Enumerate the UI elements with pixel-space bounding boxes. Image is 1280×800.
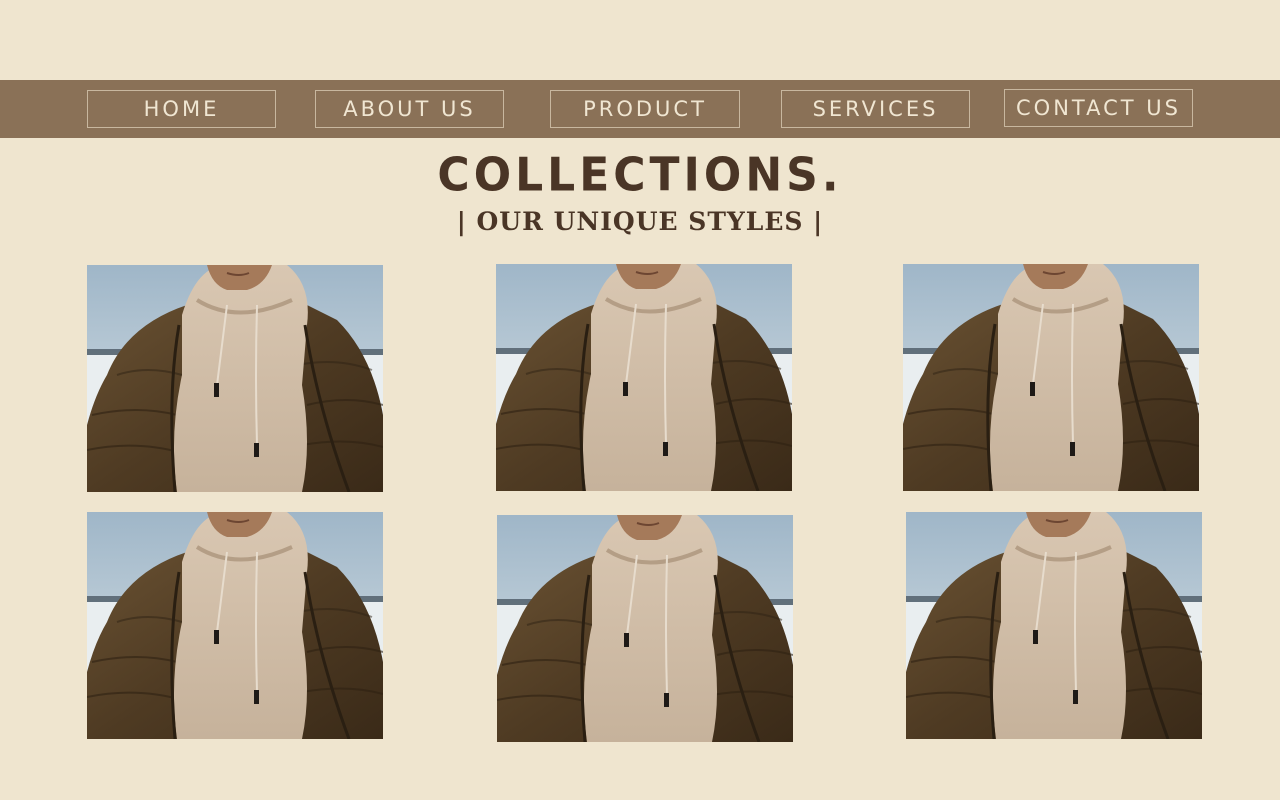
hoodie-jacket-image [87,265,383,492]
collection-photo-2[interactable] [496,264,792,491]
hoodie-jacket-image [906,512,1202,739]
nav-services-button[interactable]: SERVICES [781,90,970,128]
page-title: COLLECTIONS. [437,148,843,203]
nav-product-button[interactable]: PRODUCT [550,90,740,128]
hoodie-jacket-image [497,515,793,742]
collection-photo-6[interactable] [906,512,1202,739]
page-subtitle: | OUR UNIQUE STYLES | [456,207,824,236]
nav-contact-us-button[interactable]: CONTACT US [1004,89,1193,127]
collection-photo-3[interactable] [903,264,1199,491]
collection-photo-1[interactable] [87,265,383,492]
page: HOME ABOUT US PRODUCT SERVICES CONTACT U… [0,0,1280,800]
collection-photo-4[interactable] [87,512,383,739]
hoodie-jacket-image [87,512,383,739]
top-navigation-bar: HOME ABOUT US PRODUCT SERVICES CONTACT U… [0,80,1280,138]
collection-photo-5[interactable] [497,515,793,742]
nav-about-us-button[interactable]: ABOUT US [315,90,504,128]
hoodie-jacket-image [903,264,1199,491]
nav-home-button[interactable]: HOME [87,90,276,128]
hoodie-jacket-image [496,264,792,491]
